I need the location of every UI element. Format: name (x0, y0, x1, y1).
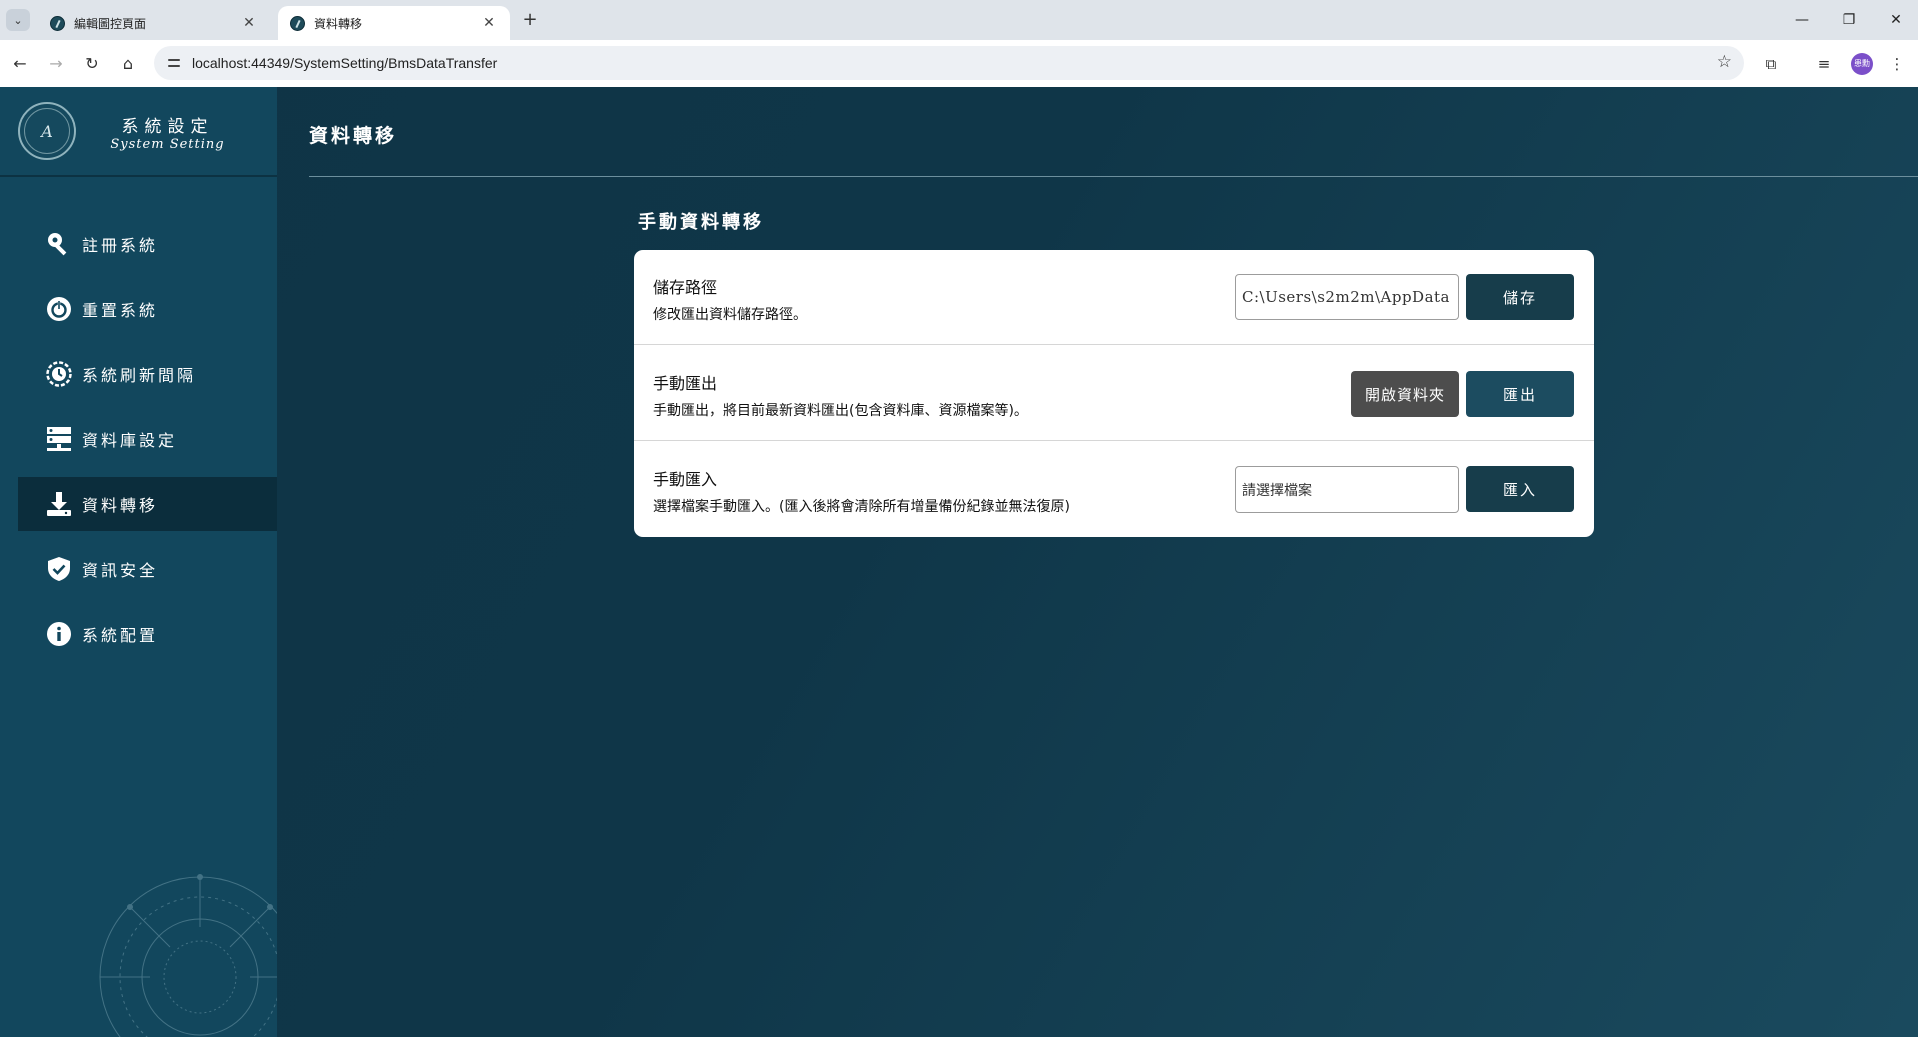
power-icon (46, 296, 72, 322)
restore-window-button[interactable]: ❐ (1829, 8, 1869, 32)
sidebar-item-label: 資料轉移 (82, 496, 159, 515)
browser-toolbar: ← → ↻ ⌂ localhost:44349/SystemSetting/Bm… (0, 40, 1918, 87)
sidebar-item-security[interactable]: 資訊安全 (18, 542, 277, 596)
sidebar-item-system-config[interactable]: 系統配置 (18, 607, 277, 661)
shield-icon (46, 556, 72, 582)
import-button[interactable]: 匯入 (1466, 466, 1574, 512)
open-folder-button[interactable]: 開啟資料夾 (1351, 371, 1459, 417)
media-controls-icon[interactable]: ≡ (1812, 52, 1836, 76)
storage-path-title: 儲存路徑 (653, 278, 718, 297)
url-text[interactable]: localhost:44349/SystemSetting/BmsDataTra… (192, 55, 497, 71)
manual-import-title: 手動匯入 (653, 470, 718, 489)
storage-path-input[interactable] (1235, 274, 1459, 320)
download-icon (46, 491, 72, 517)
sidebar-item-label: 資料庫設定 (82, 431, 178, 450)
brand-subtitle: System Setting (110, 137, 225, 152)
browser-tabstrip: ⌄ 編輯圖控頁面 ✕ 資料轉移 ✕ + — ❐ ✕ (0, 0, 1918, 40)
save-button[interactable]: 儲存 (1466, 274, 1574, 320)
close-window-button[interactable]: ✕ (1876, 8, 1916, 32)
sidebar-brand: A 系統設定 System Setting (0, 87, 277, 177)
manual-import-row: 手動匯入 選擇檔案手動匯入。(匯入後將會清除所有增量備份紀錄並無法復原) 請選擇… (634, 442, 1594, 537)
data-transfer-card: 儲存路徑 修改匯出資料儲存路徑。 儲存 手動匯出 手動匯出，將目前最新資料匯出(… (634, 250, 1594, 537)
sidebar-item-reset[interactable]: 重置系統 (18, 282, 277, 336)
logo: A (18, 102, 76, 160)
storage-path-row: 儲存路徑 修改匯出資料儲存路徑。 儲存 (634, 250, 1594, 345)
key-icon (46, 231, 72, 257)
sidebar-item-register[interactable]: 註冊系統 (18, 217, 277, 271)
info-icon (46, 621, 72, 647)
browser-tab-data-transfer[interactable]: 資料轉移 ✕ (278, 6, 510, 40)
page-title: 資料轉移 (309, 125, 398, 147)
export-button[interactable]: 匯出 (1466, 371, 1574, 417)
profile-avatar[interactable]: 患勳 (1851, 53, 1873, 75)
sidebar-item-refresh-interval[interactable]: 系統刷新間隔 (18, 347, 277, 401)
sidebar: A 系統設定 System Setting 註冊系統 重置系統 系統刷新間隔 資… (0, 87, 277, 1037)
server-icon (46, 426, 72, 452)
new-tab-button[interactable]: + (519, 9, 541, 31)
manual-import-description: 選擇檔案手動匯入。(匯入後將會清除所有增量備份紀錄並無法復原) (653, 499, 1070, 515)
storage-path-description: 修改匯出資料儲存路徑。 (653, 307, 807, 323)
tab-search-button[interactable]: ⌄ (6, 9, 30, 31)
sidebar-item-label: 系統配置 (82, 626, 159, 645)
site-favicon-icon (50, 15, 65, 31)
address-bar[interactable]: localhost:44349/SystemSetting/BmsDataTra… (154, 46, 1744, 80)
forward-button[interactable]: → (44, 52, 68, 76)
title-divider (309, 176, 1918, 177)
decorative-circuit-graphic (99, 874, 277, 1037)
manual-export-row: 手動匯出 手動匯出，將目前最新資料匯出(包含資料庫、資源檔案等)。 開啟資料夾 … (634, 346, 1594, 441)
browser-menu-icon[interactable]: ⋮ (1885, 52, 1909, 76)
sidebar-item-label: 系統刷新間隔 (82, 366, 197, 385)
sidebar-item-label: 重置系統 (82, 301, 159, 320)
site-info-icon[interactable] (166, 55, 182, 71)
sidebar-item-label: 註冊系統 (82, 236, 159, 255)
tab-close-icon[interactable]: ✕ (240, 15, 258, 31)
logo-emblem: A (24, 108, 70, 154)
refresh-interval-icon (46, 361, 72, 387)
brand-title: 系統設定 (121, 117, 214, 137)
browser-tab-edit-page[interactable]: 編輯圖控頁面 ✕ (38, 6, 270, 40)
bookmark-star-icon[interactable]: ☆ (1717, 52, 1732, 72)
back-button[interactable]: ← (8, 52, 32, 76)
extensions-icon[interactable]: ⧉ (1759, 52, 1783, 76)
sidebar-item-data-transfer[interactable]: 資料轉移 (18, 477, 277, 531)
import-file-picker[interactable]: 請選擇檔案 (1235, 466, 1459, 513)
sidebar-item-database[interactable]: 資料庫設定 (18, 412, 277, 466)
app-content: A 系統設定 System Setting 註冊系統 重置系統 系統刷新間隔 資… (0, 87, 1918, 1037)
sidebar-item-label: 資訊安全 (82, 561, 159, 580)
manual-export-title: 手動匯出 (653, 374, 718, 393)
manual-export-description: 手動匯出，將目前最新資料匯出(包含資料庫、資源檔案等)。 (653, 403, 1028, 419)
minimize-window-button[interactable]: — (1782, 8, 1822, 32)
tab-close-icon[interactable]: ✕ (480, 15, 498, 31)
tab-title: 資料轉移 (314, 16, 363, 31)
section-title: 手動資料轉移 (638, 212, 764, 233)
reload-button[interactable]: ↻ (80, 52, 104, 76)
home-button[interactable]: ⌂ (116, 52, 140, 76)
site-favicon-icon (290, 15, 305, 31)
tab-title: 編輯圖控頁面 (74, 16, 147, 31)
